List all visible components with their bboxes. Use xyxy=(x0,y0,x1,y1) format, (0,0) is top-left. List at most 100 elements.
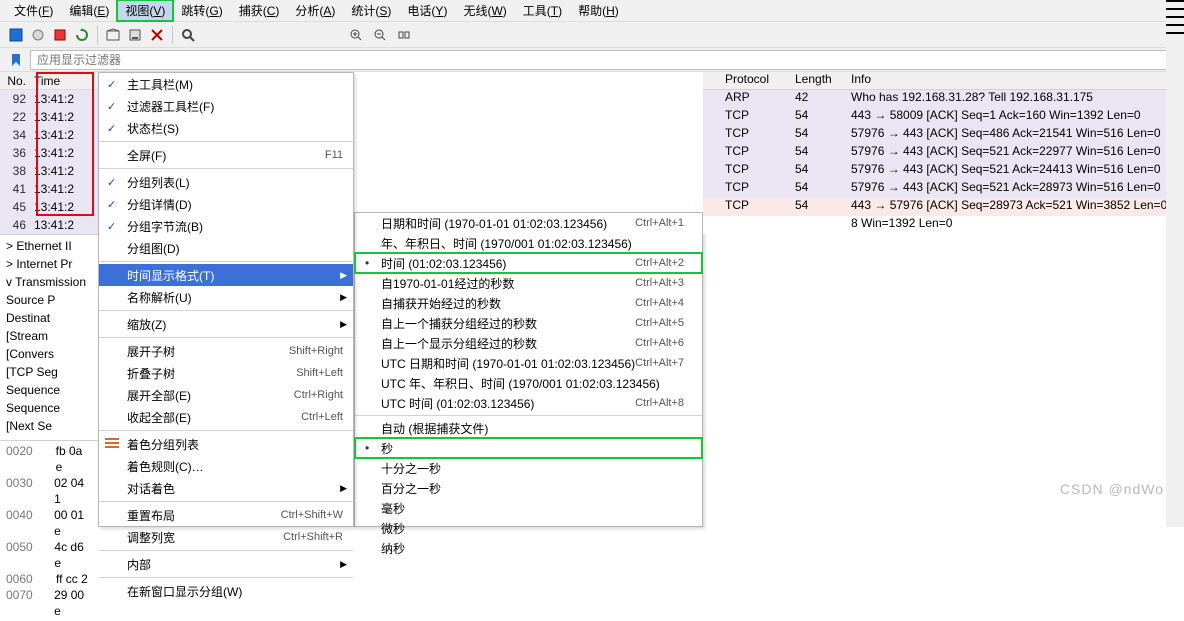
detail-line[interactable]: v Transmission xyxy=(6,273,92,291)
menu-y[interactable]: 电话(Y) xyxy=(399,0,455,21)
packet-map-strip[interactable] xyxy=(1166,72,1184,527)
packet-row[interactable]: TCP5457976 → 443 [ACK] Seq=486 Ack=21541… xyxy=(703,126,1184,144)
packet-row[interactable]: TCP5457976 → 443 [ACK] Seq=521 Ack=28973… xyxy=(703,180,1184,198)
toolbar-icon[interactable] xyxy=(6,25,26,45)
menu-item[interactable]: 着色规则(C)… xyxy=(99,455,353,477)
menu-item[interactable]: 缩放(Z)▶ xyxy=(99,313,353,335)
menu-item[interactable]: 分组图(D) xyxy=(99,237,353,259)
menu-item[interactable]: 收起全部(E)Ctrl+Left xyxy=(99,406,353,428)
packet-row[interactable]: 9213:41:2 xyxy=(0,90,98,108)
detail-line[interactable]: [Convers xyxy=(6,345,92,363)
submenu-item[interactable]: 自动 (根据捕获文件) xyxy=(355,418,702,438)
menu-g[interactable]: 跳转(G) xyxy=(173,0,230,21)
hex-line[interactable]: 0020fb 0a e xyxy=(6,443,92,475)
time-format-submenu[interactable]: 日期和时间 (1970-01-01 01:02:03.123456)Ctrl+A… xyxy=(354,212,703,527)
submenu-item[interactable]: UTC 日期和时间 (1970-01-01 01:02:03.123456)Ct… xyxy=(355,353,702,373)
packet-row[interactable]: 3813:41:2 xyxy=(0,162,98,180)
submenu-item[interactable]: 时间 (01:02:03.123456)Ctrl+Alt+2 xyxy=(355,253,702,273)
menu-c[interactable]: 捕获(C) xyxy=(231,0,288,21)
column-time[interactable]: Time xyxy=(30,74,98,88)
detail-line[interactable]: [Next Se xyxy=(6,417,92,435)
close-icon[interactable] xyxy=(147,25,167,45)
menu-item[interactable]: 分组详情(D) xyxy=(99,193,353,215)
submenu-item[interactable]: 毫秒 xyxy=(355,498,702,518)
column-info[interactable]: Info xyxy=(851,72,871,89)
submenu-item[interactable]: UTC 时间 (01:02:03.123456)Ctrl+Alt+8 xyxy=(355,393,702,413)
packet-row[interactable]: 3613:41:2 xyxy=(0,144,98,162)
menu-item[interactable]: 名称解析(U)▶ xyxy=(99,286,353,308)
detail-line[interactable]: Destinat xyxy=(6,309,92,327)
detail-line[interactable]: > Internet Pr xyxy=(6,255,92,273)
menu-item[interactable]: 展开全部(E)Ctrl+Right xyxy=(99,384,353,406)
menu-h[interactable]: 帮助(H) xyxy=(570,0,627,21)
view-menu[interactable]: 主工具栏(M)过滤器工具栏(F)状态栏(S) 全屏(F)F11 分组列表(L)分组详… xyxy=(98,72,354,527)
detail-line[interactable]: [TCP Seg xyxy=(6,363,92,381)
zoom-out-icon[interactable] xyxy=(370,25,390,45)
menu-item[interactable]: 过滤器工具栏(F) xyxy=(99,95,353,117)
display-filter-input[interactable] xyxy=(30,50,1178,70)
menu-item[interactable]: 状态栏(S) xyxy=(99,117,353,139)
hex-line[interactable]: 00504c d6 e xyxy=(6,539,92,571)
menu-item[interactable]: 展开子树Shift+Right xyxy=(99,340,353,362)
menu-item[interactable]: 着色分组列表 xyxy=(99,433,353,455)
menu-item[interactable]: 对话着色▶ xyxy=(99,477,353,499)
menu-item[interactable]: 分组列表(L) xyxy=(99,171,353,193)
detail-line[interactable]: Sequence xyxy=(6,399,92,417)
menu-v[interactable]: 视图(V) xyxy=(117,0,173,21)
toolbar-icon[interactable] xyxy=(28,25,48,45)
menu-f[interactable]: 文件(F) xyxy=(6,0,61,21)
packet-row[interactable]: TCP5457976 → 443 [ACK] Seq=521 Ack=24413… xyxy=(703,162,1184,180)
hex-line[interactable]: 003002 04 1 xyxy=(6,475,92,507)
menu-item[interactable]: 在新窗口显示分组(W) xyxy=(99,580,353,602)
search-icon[interactable] xyxy=(178,25,198,45)
menu-item[interactable]: 折叠子树Shift+Left xyxy=(99,362,353,384)
packet-row[interactable]: 4613:41:2 xyxy=(0,216,98,234)
packet-row[interactable]: 3413:41:2 xyxy=(0,126,98,144)
detail-line[interactable]: > Ethernet II xyxy=(6,237,92,255)
packet-row[interactable]: 4113:41:2 xyxy=(0,180,98,198)
submenu-item[interactable]: 自捕获开始经过的秒数Ctrl+Alt+4 xyxy=(355,293,702,313)
menu-item[interactable]: 主工具栏(M) xyxy=(99,73,353,95)
submenu-item[interactable]: 微秒 xyxy=(355,518,702,538)
menu-item[interactable]: 分组字节流(B) xyxy=(99,215,353,237)
menu-item[interactable]: 时间显示格式(T)▶ xyxy=(99,264,353,286)
hex-line[interactable]: 0060ff cc 2 xyxy=(6,571,92,587)
menu-item[interactable]: 内部▶ xyxy=(99,553,353,575)
detail-line[interactable]: Sequence xyxy=(6,381,92,399)
zoom-in-icon[interactable] xyxy=(346,25,366,45)
bookmark-icon[interactable] xyxy=(6,50,26,70)
packet-row[interactable]: 4513:41:2 xyxy=(0,198,98,216)
detail-line[interactable]: Source P xyxy=(6,291,92,309)
restart-icon[interactable] xyxy=(72,25,92,45)
menu-t[interactable]: 工具(T) xyxy=(515,0,570,21)
menu-e[interactable]: 编辑(E) xyxy=(61,0,117,21)
submenu-item[interactable]: 百分之一秒 xyxy=(355,478,702,498)
submenu-item[interactable]: 自上一个显示分组经过的秒数Ctrl+Alt+6 xyxy=(355,333,702,353)
packet-row[interactable]: ARP42Who has 192.168.31.28? Tell 192.168… xyxy=(703,90,1184,108)
packet-row[interactable]: TCP5457976 → 443 [ACK] Seq=521 Ack=22977… xyxy=(703,144,1184,162)
packet-row[interactable]: TCP54443 → 57976 [ACK] Seq=28973 Ack=521… xyxy=(703,198,1184,216)
hex-line[interactable]: 007029 00 e xyxy=(6,587,92,619)
detail-line[interactable]: [Stream xyxy=(6,327,92,345)
column-protocol[interactable]: Protocol xyxy=(725,72,795,89)
column-no[interactable]: No. xyxy=(0,74,30,88)
submenu-item[interactable]: 十分之一秒 xyxy=(355,458,702,478)
hex-line[interactable]: 004000 01 e xyxy=(6,507,92,539)
submenu-item[interactable]: UTC 年、年积日、时间 (1970/001 01:02:03.123456) xyxy=(355,373,702,393)
submenu-item[interactable]: 纳秒 xyxy=(355,538,702,558)
zoom-reset-icon[interactable] xyxy=(394,25,414,45)
packet-row[interactable]: TCP54443 → 58009 [ACK] Seq=1 Ack=160 Win… xyxy=(703,108,1184,126)
menu-item[interactable]: 全屏(F)F11 xyxy=(99,144,353,166)
menu-a[interactable]: 分析(A) xyxy=(287,0,343,21)
menu-w[interactable]: 无线(W) xyxy=(455,0,514,21)
submenu-item[interactable]: 自1970-01-01经过的秒数Ctrl+Alt+3 xyxy=(355,273,702,293)
menu-item[interactable]: 重置布局Ctrl+Shift+W xyxy=(99,504,353,526)
toolbar-icon[interactable] xyxy=(125,25,145,45)
submenu-item[interactable]: 秒 xyxy=(355,438,702,458)
submenu-item[interactable]: 日期和时间 (1970-01-01 01:02:03.123456)Ctrl+A… xyxy=(355,213,702,233)
menu-item[interactable]: 调整列宽Ctrl+Shift+R xyxy=(99,526,353,548)
submenu-item[interactable]: 年、年积日、时间 (1970/001 01:02:03.123456) xyxy=(355,233,702,253)
menu-s[interactable]: 统计(S) xyxy=(343,0,399,21)
packet-row[interactable]: 2213:41:2 xyxy=(0,108,98,126)
column-length[interactable]: Length xyxy=(795,72,851,89)
